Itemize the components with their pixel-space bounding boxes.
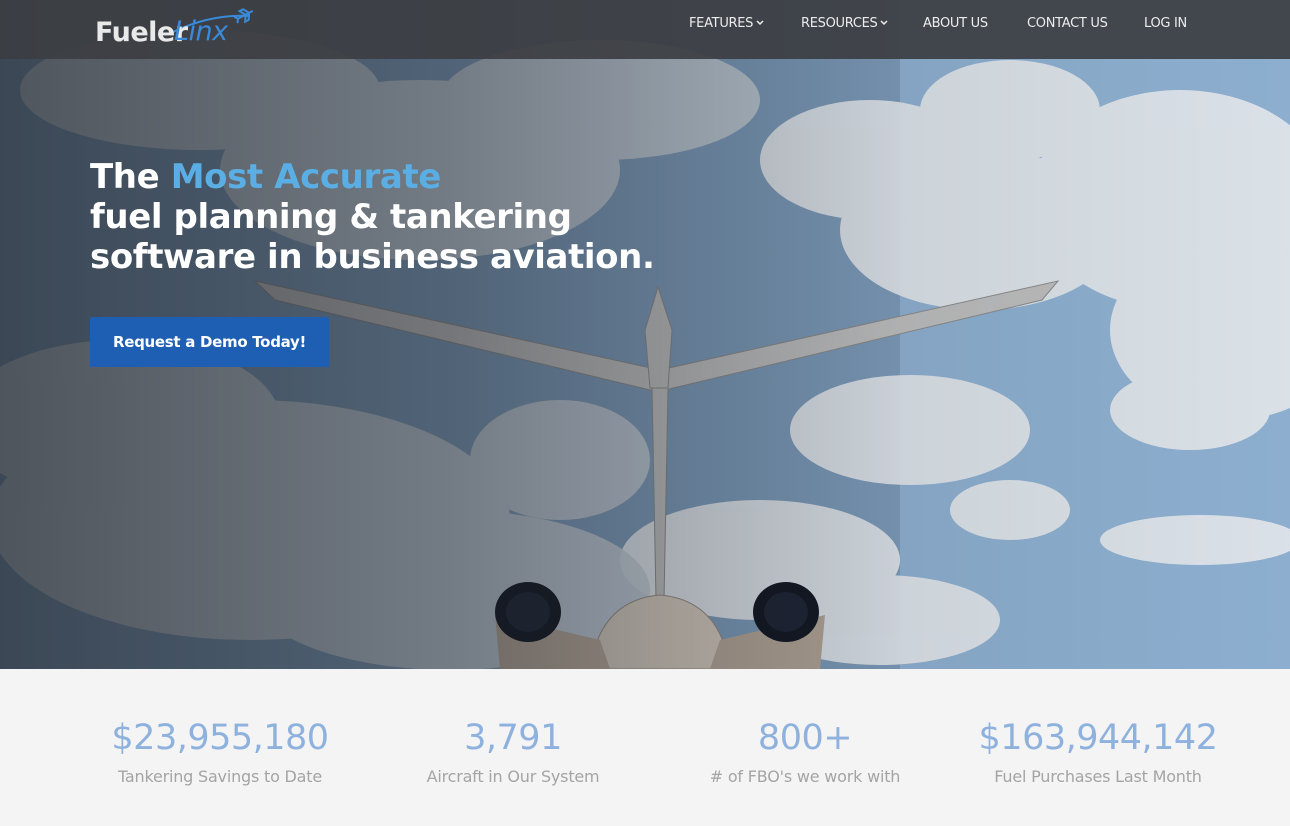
chevron-down-icon [880,20,889,26]
request-demo-button[interactable]: Request a Demo Today! [90,317,329,367]
stat-value: 800+ [757,718,853,758]
stat-label: Fuel Purchases Last Month [994,767,1202,786]
nav-features[interactable]: FEATURES [689,16,764,31]
nav-features-label: FEATURES [689,16,754,31]
stats-section: $23,955,180 Tankering Savings to Date 3,… [0,669,1290,826]
hero-headline: The Most Accurate fuel planning & tanker… [90,157,655,277]
hero-section: The Most Accurate fuel planning & tanker… [0,0,1290,669]
chevron-down-icon [756,20,764,26]
nav-about-us[interactable]: ABOUT US [923,16,988,31]
top-navbar: Fueler Linx FEATURES RESOURCES ABOUT US … [0,0,1290,59]
nav-log-in[interactable]: LOG IN [1144,16,1187,31]
stat-tankering-savings: $23,955,180 Tankering Savings to Date [70,717,370,786]
stat-label: Tankering Savings to Date [117,767,322,786]
stat-value: 3,791 [464,718,562,758]
stat-value: $163,944,142 [978,718,1218,758]
nav-resources-label: RESOURCES [801,16,878,31]
stat-aircraft: 3,791 Aircraft in Our System [363,717,663,786]
stat-fuel-purchases: $163,944,142 Fuel Purchases Last Month [948,717,1248,786]
headline-line-3: software in business aviation. [90,237,655,277]
fuelerlinx-logo[interactable]: Fueler Linx [95,8,265,50]
nav-contact-us[interactable]: CONTACT US [1027,16,1108,31]
stat-fbos: 800+ # of FBO's we work with [655,717,955,786]
headline-accent: Most Accurate [170,157,442,197]
nav-resources[interactable]: RESOURCES [801,16,889,31]
headline-prefix: The [90,157,171,197]
stat-label: # of FBO's we work with [709,767,901,786]
stat-value: $23,955,180 [111,718,329,758]
logo-text-linx: Linx [174,16,228,47]
headline-line-2: fuel planning & tankering [90,197,572,237]
stat-label: Aircraft in Our System [426,767,600,786]
